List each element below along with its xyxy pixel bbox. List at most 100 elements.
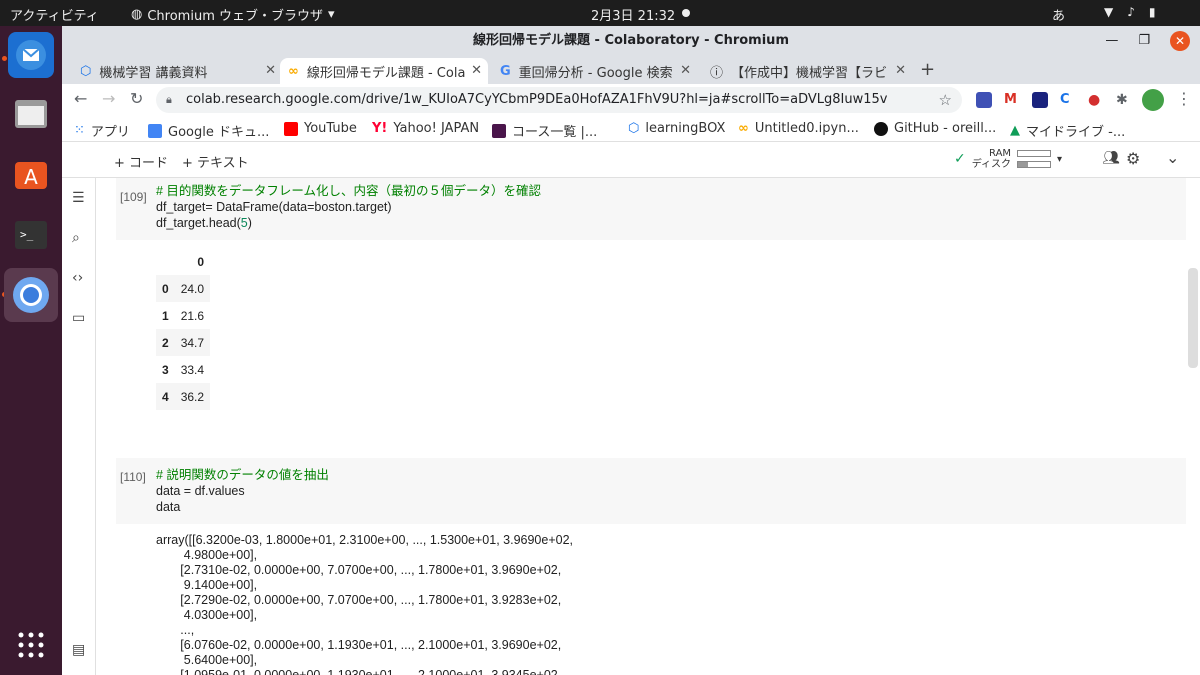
bookmark-label: コース一覧 |... [512,125,598,140]
code-cell[interactable]: [110] # 説明関数のデータの値を抽出 data = df.values d… [116,458,1186,524]
colab-icon: ∞ [738,121,749,136]
table-of-contents-icon[interactable]: ☰ [72,190,85,206]
close-tab-icon[interactable]: ✕ [265,63,276,78]
extension-icon[interactable] [976,92,992,108]
cell-value: 24.0 [180,281,205,296]
extension-icon[interactable] [1032,92,1048,108]
bookmark-apps[interactable]: ⁙ アプリ [74,121,130,140]
gmail-icon[interactable]: M [1004,92,1020,108]
reload-icon[interactable]: ↻ [130,89,143,108]
bookmark-github[interactable]: GitHub - oreill... [874,121,996,136]
youtube-icon [284,121,298,136]
extension-icon[interactable]: ● [1088,92,1104,108]
bookmark-label: GitHub - oreill... [894,121,997,136]
show-applications-icon[interactable] [8,622,54,668]
bookmark-google-docs[interactable]: Google ドキュ... [148,121,269,140]
bookmark-my-drive[interactable]: ▲ マイドライブ -... [1010,121,1125,140]
close-tab-icon[interactable]: ✕ [471,63,482,78]
new-tab-button[interactable]: + [920,59,935,80]
url-text: colab.research.google.com/drive/1w_KUIoA… [186,92,888,107]
cell-code-text[interactable]: # 説明関数のデータの値を抽出 data = df.values data [156,467,329,515]
forward-icon[interactable]: → [102,89,115,108]
bookmark-yahoo[interactable]: Y! Yahoo! JAPAN [372,121,479,136]
files-icon[interactable] [8,90,54,136]
cell-value: 34.7 [180,335,205,350]
cell-code-text[interactable]: # 目的関数をデータフレーム化し、内容（最初の５個データ）を確認 df_targ… [156,183,541,231]
code-cell[interactable]: [109] # 目的関数をデータフレーム化し、内容（最初の５個データ）を確認 d… [116,178,1186,240]
chevron-down-icon[interactable]: ▾ [1057,154,1062,165]
code-snippets-icon[interactable]: ‹› [72,270,83,286]
bookmark-youtube[interactable]: YouTube [284,121,357,136]
apps-grid-icon: ⁙ [74,123,85,138]
bookmark-learningbox[interactable]: ⬡ learningBOX [628,121,725,136]
clock[interactable]: 2月3日 21:32 [591,5,675,24]
back-icon[interactable]: ← [74,89,87,108]
address-bar[interactable]: 🔒︎ colab.research.google.com/drive/1w_KU… [156,87,962,113]
settings-gear-icon[interactable]: ⚙ [1126,149,1140,168]
resource-monitor[interactable]: ✓ RAM ディスク ▾ [954,148,1062,170]
software-center-icon[interactable]: A [8,150,54,196]
tab-google-search[interactable]: G 重回帰分析 - Google 検索 ✕ [492,58,697,84]
notebook-scrollbar[interactable] [1188,268,1198,368]
extension-icon[interactable]: C [1060,92,1076,108]
activities-button[interactable]: アクティビティ [10,5,99,24]
folder-icon[interactable]: ▭ [72,310,85,326]
system-tray[interactable]: ▼ ♪ ▮ [1104,5,1156,19]
code-line: data [156,500,181,514]
bookmark-label: Google ドキュ... [168,125,270,140]
close-icon[interactable]: ✕ [1170,31,1190,51]
thunderbird-icon[interactable] [8,32,54,78]
add-text-button[interactable]: + テキスト [182,152,249,171]
disk-meter [1017,161,1052,168]
disk-label: ディスク [971,159,1012,170]
close-tab-icon[interactable]: ✕ [680,63,691,78]
tab-label: 【作成中】機械学習【ラビ [731,65,888,81]
chromium-dock-icon[interactable] [4,268,58,322]
google-favicon-icon: G [500,63,511,79]
yahoo-icon: Y! [372,121,388,136]
bookmark-label: Yahoo! JAPAN [393,121,480,136]
learningbox-icon: ⬡ [628,121,640,136]
bookmark-label: learningBOX [645,121,726,136]
check-icon: ✓ [954,151,966,167]
app-menu-label: Chromium ウェブ・ブラウザ [147,9,323,24]
search-icon[interactable]: ⌕ [72,230,80,246]
tab-favicon-icon: ⬡ [80,63,92,79]
ram-label: RAM [989,148,1012,159]
tab-label: 線形回帰モデル課題 - Cola [306,65,466,81]
tab-colab[interactable]: ∞ 線形回帰モデル課題 - Cola ✕ [280,58,488,84]
tab-lecture[interactable]: ⬡ 機械学習 講義資料 ✕ [72,58,282,84]
share-people-icon[interactable]: 👥︎ [1102,150,1120,166]
row-index: 3 [162,362,169,377]
terminal-panel-icon[interactable]: ▤ [72,642,85,658]
bookmark-label: アプリ [90,125,130,140]
puzzle-icon[interactable]: ✱ [1116,92,1132,108]
bookmark-courses[interactable]: コース一覧 |... [492,121,597,140]
dock: A >_ [0,26,62,675]
colab-favicon-icon: ∞ [288,63,299,79]
github-icon [874,121,888,136]
browser-toolbar: ← → ↻ 🔒︎ colab.research.google.com/drive… [62,84,1200,116]
tab-strip: ⬡ 機械学習 講義資料 ✕ ∞ 線形回帰モデル課題 - Cola ✕ G 重回帰… [62,56,1200,84]
array-output: array([[6.3200e-03, 1.8000e+01, 2.3100e+… [156,533,574,675]
svg-text:>_: >_ [20,228,34,241]
maximize-icon[interactable]: ❐ [1138,26,1150,56]
minimize-icon[interactable]: — [1105,26,1118,56]
menu-icon[interactable]: ⋮ [1176,89,1192,108]
bookmarks-bar: ⁙ アプリ Google ドキュ... YouTube Y! Yahoo! JAPA… [62,116,1200,142]
close-tab-icon[interactable]: ✕ [895,63,906,78]
code-comment: # 目的関数をデータフレーム化し、内容（最初の５個データ）を確認 [156,184,542,198]
collapse-chevron-icon[interactable]: ⌄ [1166,148,1179,167]
profile-avatar[interactable] [1142,89,1164,111]
dataframe-output: 0 0 24.0 1 21.6 2 34.7 3 33.4 4 36.2 [156,248,211,410]
app-menu[interactable]: ◍ Chromium ウェブ・ブラウザ ▾ [131,5,335,24]
row-index: 1 [162,308,169,323]
input-method[interactable]: あ [1052,5,1065,24]
bookmark-star-icon[interactable]: ☆ [939,87,952,113]
tab-draft[interactable]: ⓘ 【作成中】機械学習【ラビ ✕ [702,58,912,84]
window-titlebar: 線形回帰モデル課題 - Colaboratory - Chromium — ❐ … [62,26,1200,56]
bookmark-untitled0[interactable]: ∞ Untitled0.ipyn... [738,121,859,136]
window-title: 線形回帰モデル課題 - Colaboratory - Chromium [473,33,789,48]
terminal-icon[interactable]: >_ [8,212,54,258]
add-code-button[interactable]: + コード [114,152,168,171]
